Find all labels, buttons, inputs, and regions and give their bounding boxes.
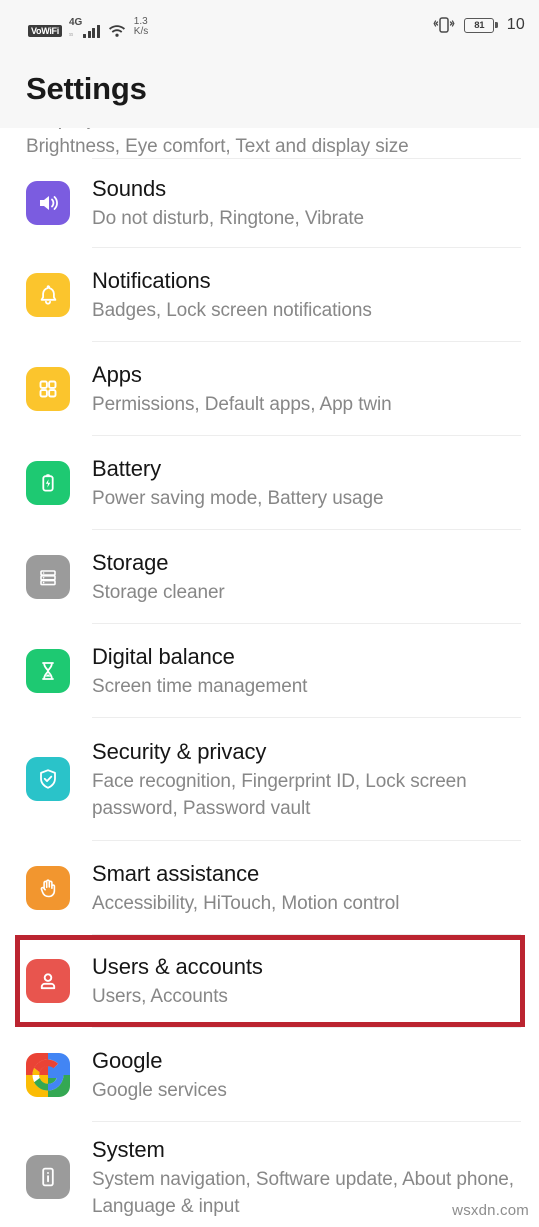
status-bar: VoWiFi 4G ₁₁ 1.3 K/s 81 10 xyxy=(0,0,539,50)
list-item-apps[interactable]: Apps Permissions, Default apps, App twin xyxy=(0,342,539,435)
bell-icon xyxy=(26,272,70,317)
list-item-text: Display Brightness, Eye comfort, Text an… xyxy=(26,128,521,158)
wifi-icon xyxy=(107,22,127,38)
list-item-subtitle: Accessibility, HiTouch, Motion control xyxy=(92,892,400,914)
signal-bars-icon xyxy=(83,24,100,38)
list-item-subtitle: Do not disturb, Ringtone, Vibrate xyxy=(92,208,365,229)
list-item-sounds[interactable]: Sounds Do not disturb, Ringtone, Vibrate xyxy=(0,159,539,247)
list-item-title: Digital balance xyxy=(92,643,235,669)
network-speed-indicator: 1.3 K/s xyxy=(134,17,148,37)
google-icon xyxy=(26,1052,70,1097)
list-item-smart-assistance[interactable]: Smart assistance Accessibility, HiTouch,… xyxy=(0,841,539,934)
list-item-text: Apps Permissions, Default apps, App twin xyxy=(92,360,521,418)
hourglass-icon xyxy=(26,648,70,693)
list-item-title: Smart assistance xyxy=(92,860,260,886)
settings-screen: VoWiFi 4G ₁₁ 1.3 K/s 81 10 Settings Brig… xyxy=(0,0,539,1227)
list-item-title: Apps xyxy=(92,361,142,387)
battery-icon xyxy=(26,460,70,505)
list-item-text: Users & accounts Users, Accounts xyxy=(92,952,521,1010)
list-item-title: System xyxy=(92,1136,165,1162)
list-item-subtitle: Power saving mode, Battery usage xyxy=(92,487,384,509)
list-item-text: Battery Power saving mode, Battery usage xyxy=(92,454,521,512)
speaker-icon xyxy=(26,181,70,225)
grid-icon xyxy=(26,366,70,411)
battery-percent-label: 81 xyxy=(474,19,485,31)
network-sub-label: ₁₁ xyxy=(68,31,74,37)
page-header: Settings xyxy=(0,50,539,128)
list-item-users-accounts[interactable]: Users & accounts Users, Accounts xyxy=(0,935,539,1027)
settings-list[interactable]: Display Brightness, Eye comfort, Text an… xyxy=(0,128,539,1227)
list-item-subtitle: Badges, Lock screen notifications xyxy=(92,299,372,321)
list-item-title: Users & accounts xyxy=(92,954,263,979)
hand-icon xyxy=(26,865,70,910)
list-item-title: Display xyxy=(26,128,521,131)
storage-icon xyxy=(26,554,70,599)
vowifi-icon: VoWiFi xyxy=(28,25,62,37)
list-item-text: Digital balance Screen time management xyxy=(92,642,521,700)
list-item-text: Security & privacy Face recognition, Fin… xyxy=(92,737,521,822)
shield-check-icon xyxy=(26,757,70,801)
list-item-text: Smart assistance Accessibility, HiTouch,… xyxy=(92,859,521,917)
list-item-storage[interactable]: Storage Storage cleaner xyxy=(0,530,539,623)
network-speed-unit: K/s xyxy=(133,26,149,37)
list-item-subtitle: Face recognition, Fingerprint ID, Lock s… xyxy=(92,770,467,819)
list-item-title: Google xyxy=(92,1047,163,1073)
network-type-label: 4G xyxy=(68,17,83,28)
list-item-text: Notifications Badges, Lock screen notifi… xyxy=(92,266,521,324)
list-item-title: Security & privacy xyxy=(92,738,267,764)
clock-label: 10 xyxy=(506,16,525,33)
list-item-subtitle: Storage cleaner xyxy=(92,581,225,603)
status-bar-left: VoWiFi 4G ₁₁ 1.3 K/s xyxy=(28,12,148,38)
list-item-title: Sounds xyxy=(92,176,167,201)
list-item-title: Notifications xyxy=(92,267,211,293)
battery-icon: 81 xyxy=(464,17,498,33)
highlighted-row-wrapper: Users & accounts Users, Accounts xyxy=(0,935,539,1027)
list-item-security-privacy[interactable]: Security & privacy Face recognition, Fin… xyxy=(0,718,539,840)
list-item-display[interactable]: Display Brightness, Eye comfort, Text an… xyxy=(0,128,539,158)
list-item-subtitle: Brightness, Eye comfort, Text and displa… xyxy=(26,136,409,157)
list-item-battery[interactable]: Battery Power saving mode, Battery usage xyxy=(0,436,539,529)
list-item-subtitle: Screen time management xyxy=(92,675,308,697)
list-item-title: Battery xyxy=(92,455,161,481)
list-item-text: Sounds Do not disturb, Ringtone, Vibrate xyxy=(92,174,521,232)
list-item-subtitle: Users, Accounts xyxy=(92,986,228,1007)
phone-info-icon xyxy=(26,1155,70,1199)
person-icon xyxy=(26,959,70,1003)
cellular-signal-icon: 4G ₁₁ xyxy=(69,18,100,38)
list-item-text: Google Google services xyxy=(92,1046,521,1104)
list-item-text: Storage Storage cleaner xyxy=(92,548,521,606)
list-item-subtitle: Google services xyxy=(92,1079,227,1101)
list-item-subtitle: Permissions, Default apps, App twin xyxy=(92,393,392,415)
watermark: wsxdn.com xyxy=(452,1202,529,1219)
list-item-google[interactable]: Google Google services xyxy=(0,1028,539,1121)
list-item-notifications[interactable]: Notifications Badges, Lock screen notifi… xyxy=(0,248,539,341)
page-title: Settings xyxy=(26,71,147,106)
list-item-digital-balance[interactable]: Digital balance Screen time management xyxy=(0,624,539,717)
vibrate-icon xyxy=(433,15,455,35)
status-bar-right: 81 10 xyxy=(433,15,525,35)
list-item-title: Storage xyxy=(92,549,169,575)
